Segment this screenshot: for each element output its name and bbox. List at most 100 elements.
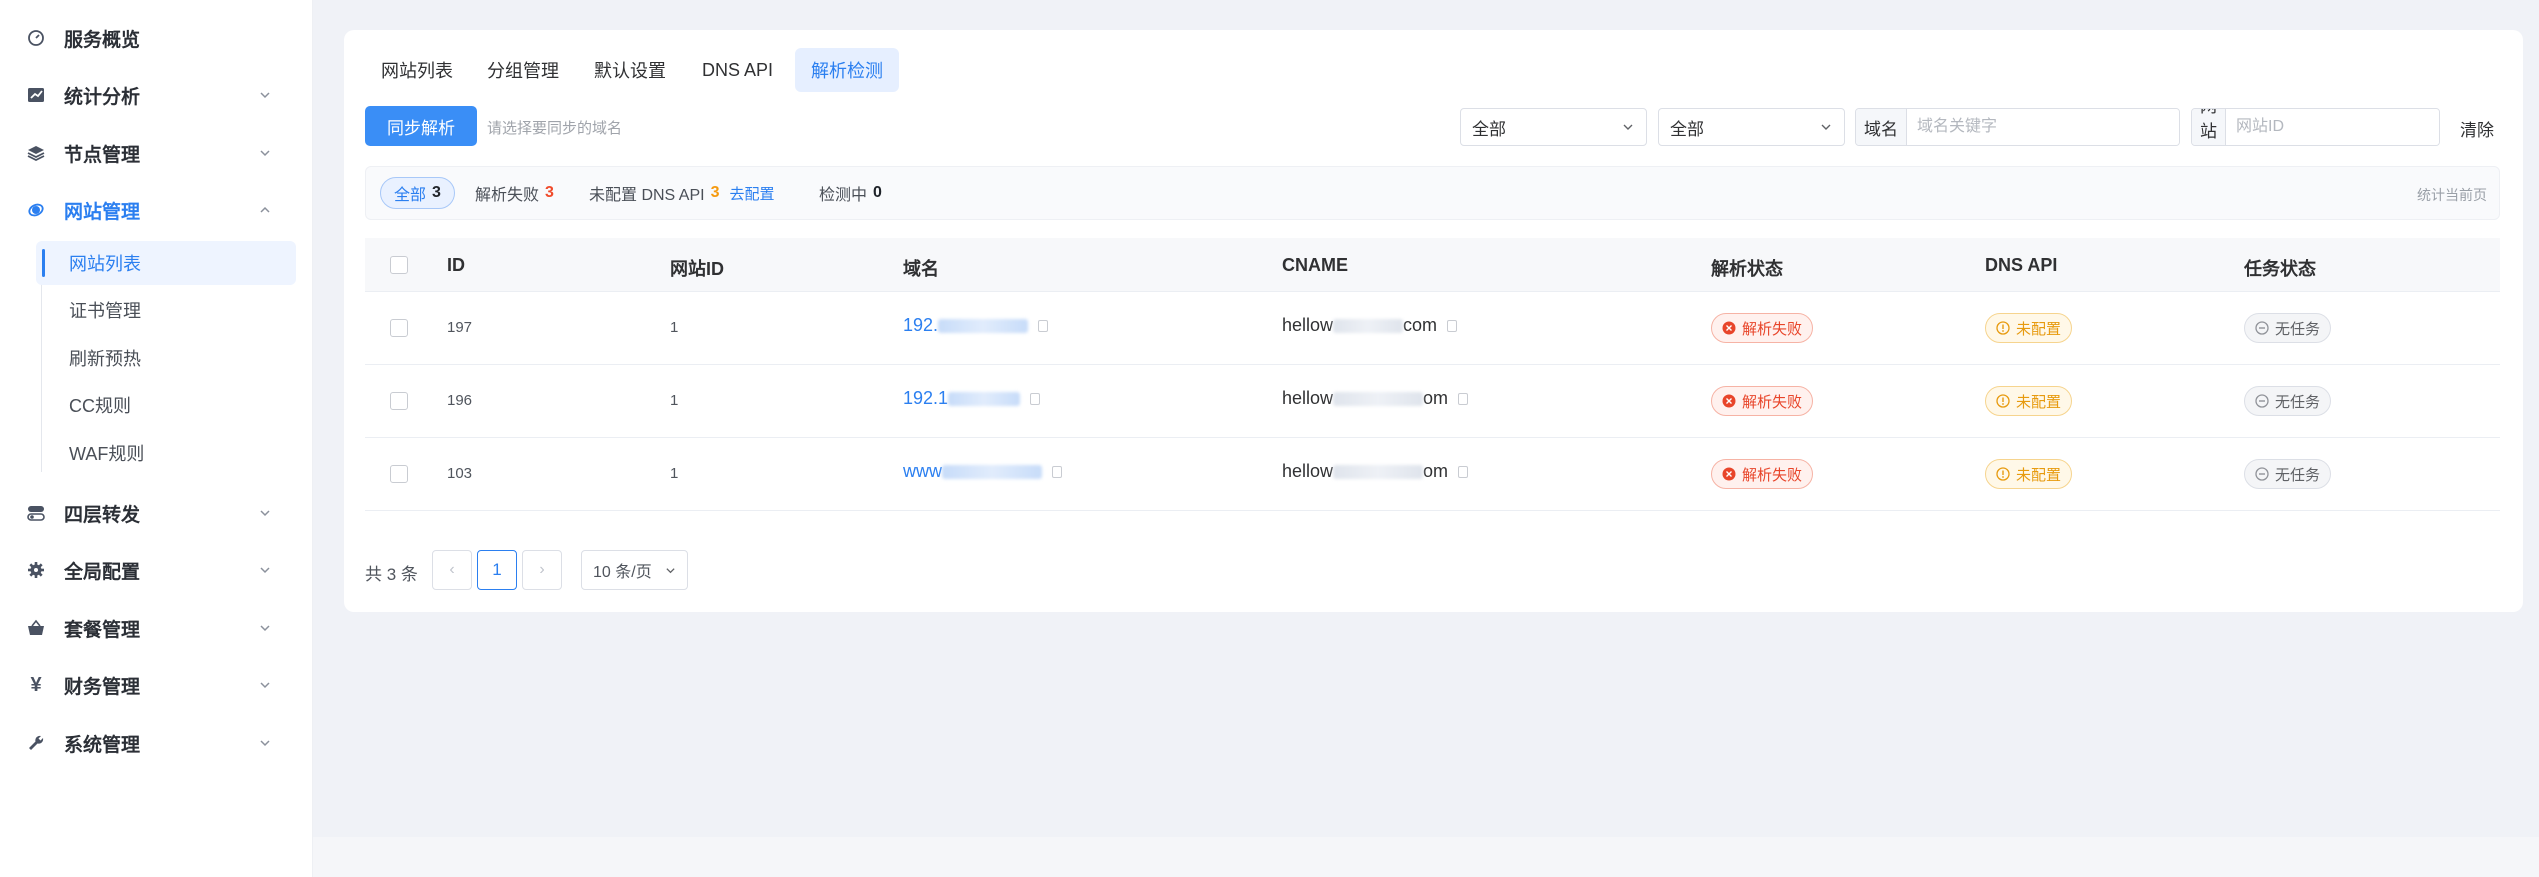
sidebar-item-sites[interactable]: 网站管理 <box>0 182 313 238</box>
table-row: 197 1 192. hellow com 解析失败 未配置 无任务 <box>365 292 2500 365</box>
tab-resolve-check[interactable]: 解析检测 <box>795 48 899 92</box>
next-page-button[interactable]: › <box>522 550 562 590</box>
yen-icon: ¥ <box>30 673 42 696</box>
col-header-dns-api: DNS API <box>1985 255 2058 275</box>
chip-label: 全部 <box>394 187 427 204</box>
clear-button[interactable]: 清除 <box>2460 116 2494 141</box>
redacted-text <box>938 319 1029 334</box>
main-card: 网站列表 分组管理 默认设置 DNS API 解析检测 同步解析 请选择要同步的… <box>344 30 2523 612</box>
sidebar-subitem-cc-rules[interactable]: CC规则 <box>36 383 296 427</box>
col-header-cname: CNAME <box>1282 255 1348 275</box>
dns-filter-select[interactable]: 全部 <box>1658 108 1845 146</box>
copy-icon[interactable] <box>1458 393 1469 406</box>
copy-icon[interactable] <box>1447 320 1458 333</box>
sidebar-item-label: 节点管理 <box>64 144 141 166</box>
table-header: ID 网站ID 域名 CNAME 解析状态 DNS API 任务状态 <box>365 238 2500 292</box>
globe-icon <box>26 200 46 220</box>
page-size-select[interactable]: 10 条/页 <box>581 550 688 590</box>
sidebar-item-plans[interactable]: 套餐管理 <box>0 600 313 656</box>
sidebar-subitem-waf-rules[interactable]: WAF规则 <box>36 431 296 475</box>
badge-text: 解析失败 <box>1742 320 1803 338</box>
sidebar-item-label: 全局配置 <box>64 561 141 583</box>
status-badge: 无任务 <box>2244 386 2332 416</box>
sidebar-item-finance[interactable]: ¥ 财务管理 <box>0 657 313 713</box>
status-badge: 无任务 <box>2244 313 2332 343</box>
sidebar-subitem-label: 刷新预热 <box>69 349 141 369</box>
filter-chip-all[interactable]: 全部 3 <box>380 177 455 209</box>
cname-suffix: om <box>1423 388 1449 408</box>
sidebar-item-nodes[interactable]: 节点管理 <box>0 125 313 181</box>
tab-default-settings[interactable]: 默认设置 <box>578 48 682 92</box>
domain-prefix-label: 域名 <box>1856 109 1907 145</box>
filter-chip-failed[interactable]: 解析失败 3 <box>462 177 567 209</box>
row-checkbox[interactable] <box>390 319 408 337</box>
cell-domain[interactable]: www <box>903 461 1062 482</box>
site-id-input[interactable] <box>2226 109 2439 145</box>
copy-icon[interactable] <box>1038 320 1049 333</box>
toggle-icon <box>26 503 46 523</box>
badge-text: 解析失败 <box>1742 466 1803 484</box>
status-filter-select[interactable]: 全部 <box>1460 108 1647 146</box>
cname-suffix: om <box>1423 461 1449 481</box>
cell-cname: hellow com <box>1282 315 1458 336</box>
chevron-down-icon <box>260 625 270 632</box>
status-badge: 未配置 <box>1985 313 2073 343</box>
chip-count: 3 <box>710 184 720 201</box>
copy-icon[interactable] <box>1052 466 1062 479</box>
select-value: 全部 <box>1472 119 1506 139</box>
filter-chip-no-dns-api[interactable]: 未配置 DNS API 3 去配置 <box>576 177 788 209</box>
select-value: 全部 <box>1670 119 1704 139</box>
configure-link[interactable]: 去配置 <box>730 183 775 204</box>
cell-domain[interactable]: 192. <box>903 315 1049 336</box>
page-1-button[interactable]: 1 <box>477 550 517 590</box>
tab-group-manage[interactable]: 分组管理 <box>471 48 575 92</box>
cell-id: 103 <box>447 465 473 482</box>
domain-keyword-input[interactable] <box>1907 109 2179 145</box>
minus-circle-icon <box>2255 467 2269 481</box>
select-all-checkbox[interactable] <box>390 256 408 274</box>
page-size-value: 10 条/页 <box>593 564 652 581</box>
sidebar-subitem-certs[interactable]: 证书管理 <box>36 288 296 332</box>
sidebar-item-label: 套餐管理 <box>64 619 141 641</box>
siteid-search-group: 网站ID <box>2191 108 2440 146</box>
chip-label: 检测中 <box>819 187 868 204</box>
warning-icon <box>1996 467 2010 481</box>
badge-text: 未配置 <box>2016 393 2062 411</box>
sync-resolve-button[interactable]: 同步解析 <box>365 106 477 146</box>
chevron-down-icon <box>260 740 270 747</box>
chevron-down-icon <box>260 567 270 574</box>
cell-id: 197 <box>447 319 473 336</box>
error-icon <box>1722 467 1736 481</box>
tab-dns-api[interactable]: DNS API <box>686 48 789 92</box>
sidebar-item-overview[interactable]: 服务概览 <box>0 10 313 66</box>
sidebar-item-stats[interactable]: 统计分析 <box>0 67 313 123</box>
sidebar-item-l4-forward[interactable]: 四层转发 <box>0 485 313 541</box>
col-header-domain: 域名 <box>903 259 939 279</box>
redacted-text <box>942 465 1042 480</box>
cell-domain[interactable]: 192.1 <box>903 388 1041 409</box>
chevron-down-icon <box>1821 124 1831 130</box>
sidebar-item-label: 四层转发 <box>64 504 141 526</box>
warning-icon <box>1996 394 2010 408</box>
copy-icon[interactable] <box>1458 466 1469 479</box>
siteid-prefix-label: 网站ID <box>2192 109 2226 145</box>
sidebar-subitem-site-list[interactable]: 网站列表 <box>36 241 296 285</box>
sidebar-subitem-label: CC规则 <box>69 396 131 416</box>
sidebar-item-label: 网站管理 <box>64 201 141 223</box>
row-checkbox[interactable] <box>390 392 408 410</box>
col-header-task-status: 任务状态 <box>2244 259 2316 279</box>
redacted-text <box>1333 465 1424 480</box>
sidebar-item-system[interactable]: 系统管理 <box>0 715 313 771</box>
filter-chip-checking[interactable]: 检测中 0 <box>806 177 895 209</box>
sidebar-subitem-refresh[interactable]: 刷新预热 <box>36 336 296 380</box>
sync-hint: 请选择要同步的域名 <box>487 120 623 137</box>
sidebar-item-label: 服务概览 <box>64 29 141 51</box>
tab-site-list[interactable]: 网站列表 <box>365 48 469 92</box>
copy-icon[interactable] <box>1030 393 1041 406</box>
sidebar-item-label: 统计分析 <box>64 86 141 108</box>
prev-page-button[interactable]: ‹ <box>432 550 472 590</box>
row-checkbox[interactable] <box>390 465 408 483</box>
chip-count: 3 <box>432 184 441 201</box>
sidebar-item-global-config[interactable]: 全局配置 <box>0 542 313 598</box>
sidebar-item-label: 系统管理 <box>64 734 141 756</box>
